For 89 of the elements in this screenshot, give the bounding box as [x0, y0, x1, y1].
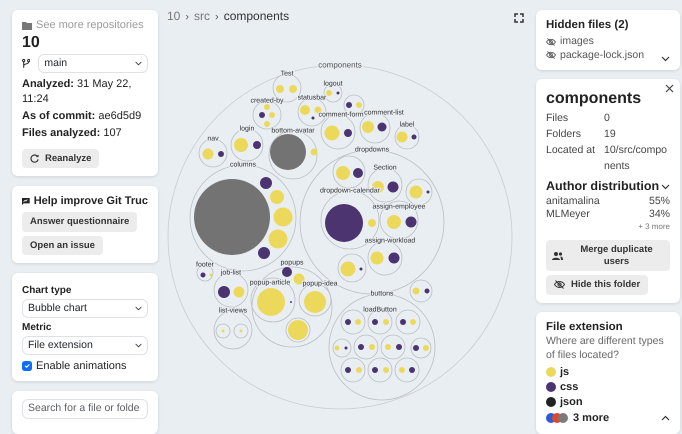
file-bubble[interactable]: [258, 247, 270, 259]
legend-title: File extension: [546, 320, 624, 334]
file-bubble[interactable]: [378, 122, 386, 132]
breadcrumb-item[interactable]: components: [224, 9, 290, 25]
folder-title: components: [546, 89, 642, 108]
file-bubble[interactable]: [388, 182, 398, 192]
file-bubble[interactable]: [218, 286, 230, 298]
folder-bubble[interactable]: [368, 358, 392, 382]
folder-bubble[interactable]: [410, 338, 432, 358]
hidden-files-title: Hidden files (2): [546, 18, 630, 33]
file-bubble[interactable]: [270, 134, 306, 170]
author-distribution-title: Author distribution: [546, 178, 660, 195]
hidden-file-item[interactable]: package-lock.json: [560, 48, 644, 62]
users-icon: [552, 252, 563, 260]
folder-bubble[interactable]: [410, 280, 432, 302]
feedback-button[interactable]: Answer questionnaire: [22, 212, 138, 232]
chart-type-select[interactable]: Bubble chart: [22, 299, 148, 318]
file-bubble[interactable]: [406, 216, 416, 228]
breadcrumb-item[interactable]: src: [194, 9, 210, 25]
eye-slash-icon: [546, 38, 556, 46]
legend-description: Where are different types of files located?: [546, 335, 665, 363]
detail-label: Folders: [546, 127, 582, 142]
commit-text: As of commit: ae6d5d9: [22, 109, 142, 124]
breadcrumb-item[interactable]: 10: [167, 9, 180, 25]
file-bubble[interactable]: [325, 204, 363, 242]
breadcrumb-separator: ›: [215, 10, 219, 24]
legend-label: json: [560, 395, 583, 410]
file-bubble[interactable]: [353, 168, 363, 178]
branch-select[interactable]: main: [38, 54, 148, 74]
eye-slash-icon: [546, 51, 556, 60]
file-bubble[interactable]: [344, 346, 348, 350]
chevron-down-icon[interactable]: [661, 56, 670, 62]
feedback-icon: [22, 196, 30, 206]
folder-bubble[interactable]: [340, 358, 366, 382]
file-bubble[interactable]: [194, 179, 270, 255]
folder-bubble[interactable]: [354, 334, 378, 360]
file-bubble[interactable]: [336, 92, 340, 94]
folder-icon: [22, 20, 32, 30]
file-bubble[interactable]: [218, 151, 224, 157]
file-bubble[interactable]: [282, 267, 292, 277]
file-bubble[interactable]: [360, 268, 362, 270]
repository-name: 10: [22, 33, 41, 52]
folder-bubble[interactable]: [394, 358, 420, 382]
chart-type-label: Chart type: [22, 284, 72, 298]
detail-label: Files: [546, 111, 604, 128]
folder-bubble[interactable]: [340, 310, 366, 334]
feedback-button[interactable]: Open an issue: [22, 236, 103, 256]
merge-users-button[interactable]: Merge duplicate users: [546, 240, 670, 272]
legend-label: js: [560, 364, 570, 380]
branch-icon: [22, 58, 30, 70]
animations-checkbox[interactable]: [22, 361, 32, 372]
detail-label: Located at: [546, 142, 596, 158]
metric-select[interactable]: File extension: [22, 336, 148, 356]
eye-slash-icon: [554, 280, 565, 290]
chevron-down-icon[interactable]: [661, 184, 670, 190]
folder-bubble[interactable]: [332, 156, 366, 188]
legend-label: css: [560, 380, 578, 394]
file-bubble[interactable]: [388, 252, 400, 264]
refresh-icon: [30, 154, 39, 163]
detail-value: 0: [604, 111, 611, 126]
more-authors-text[interactable]: + 3 more: [638, 222, 670, 232]
detail-value: 19: [604, 127, 617, 142]
author-share: 55%: [648, 194, 670, 208]
author-name: MLMeyer: [546, 208, 590, 222]
file-bubble[interactable]: [253, 141, 261, 149]
hidden-file-item[interactable]: images: [560, 34, 594, 49]
metric-label: Metric: [22, 321, 52, 334]
fullscreen-icon[interactable]: [514, 13, 524, 23]
breadcrumb-separator: ›: [185, 10, 190, 24]
folder-label: components: [318, 60, 362, 70]
chevron-up-icon[interactable]: [661, 414, 670, 421]
file-bubble[interactable]: [344, 129, 352, 137]
file-bubble[interactable]: [412, 134, 416, 140]
author-share: 34%: [648, 208, 670, 222]
feedback-title: Help improve Git Truc: [34, 194, 148, 208]
file-bubble[interactable]: [260, 177, 272, 189]
author-name: anitamalina: [546, 194, 600, 208]
detail-value: 10/src/components: [604, 142, 668, 174]
animations-label[interactable]: Enable animations: [36, 359, 127, 374]
hide-folder-button[interactable]: Hide this folder: [546, 275, 648, 294]
search-field[interactable]: Search for a file or folde: [22, 399, 148, 420]
color-dots-icon: [546, 412, 569, 423]
reanalyze-button[interactable]: Reanalyze: [22, 148, 100, 168]
folder-bubble[interactable]: [380, 334, 406, 360]
file-bubble[interactable]: [426, 190, 430, 194]
more-extensions-text[interactable]: 3 more: [573, 410, 610, 425]
close-icon: [665, 84, 674, 93]
folder-bubble[interactable]: [396, 310, 420, 334]
files-analyzed-text: Files analyzed: 107: [22, 126, 123, 141]
